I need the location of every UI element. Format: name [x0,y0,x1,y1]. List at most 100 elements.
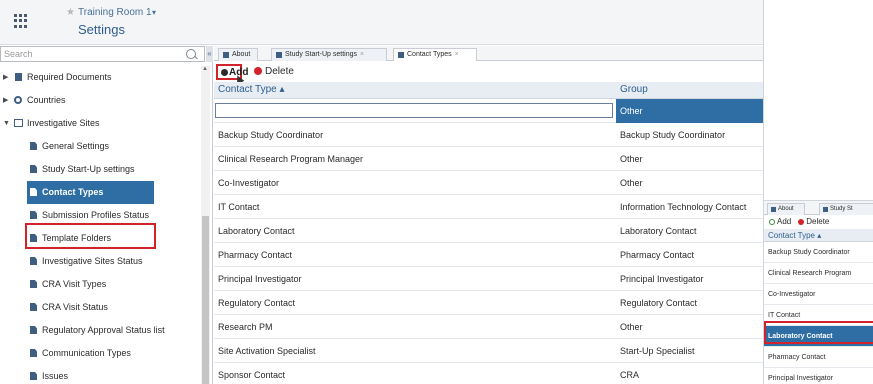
close-icon[interactable]: × [455,51,459,58]
room-selector[interactable]: Training Room 1 [78,7,152,18]
contact-type-cell: Sponsor Contact [218,370,286,380]
group-cell: Other [620,178,643,188]
close-icon[interactable]: × [360,51,364,58]
globe-icon [14,96,22,104]
contact-type-cell: Principal Investigator [218,274,302,284]
app-launcher-icon[interactable] [14,14,28,28]
favorite-star-icon[interactable]: ★ [66,7,75,18]
inset-column-header[interactable]: Contact Type ▴ [764,229,873,242]
page-icon [30,372,37,380]
collapse-arrow-icon[interactable]: ▼ [3,112,10,135]
inset-add-button[interactable]: Add [777,217,791,226]
inset-list-item[interactable]: Backup Study Coordinator [764,242,873,263]
page-icon [398,52,404,58]
delete-icon [798,219,805,225]
delete-label: Delete [265,66,294,77]
contact-type-cell: Regulatory Contact [218,298,296,308]
sidebar-item-contact-types[interactable]: Contact Types [27,181,154,204]
delete-icon [254,67,262,75]
table-row[interactable]: Site Activation Specialist Start-Up Speci… [214,339,763,363]
sidebar-item-submission-profiles-status[interactable]: Submission Profiles Status [0,204,200,227]
inset-list-item[interactable]: Pharmacy Contact [764,347,873,368]
table-row[interactable]: Regulatory Contact Regulatory Contact [214,291,763,315]
page-title: Settings [78,22,125,37]
page-icon [30,303,37,311]
group-cell: Other [620,322,643,332]
search-field[interactable]: Search [0,46,205,62]
document-icon [15,73,22,81]
sidebar-item-cra-visit-types[interactable]: CRA Visit Types [0,273,200,296]
inset-list-item[interactable]: IT Contact [764,305,873,326]
table-row[interactable]: Clinical Research Program Manager Other [214,147,763,171]
inset-list-item[interactable]: Co-Investigator [764,284,873,305]
add-icon [769,219,775,225]
sites-icon [14,119,23,127]
table-row[interactable]: Research PM Other [214,315,763,339]
tab-study-start-up-settings[interactable]: Study Start-Up settings × [271,48,387,61]
group-cell-text: Other [620,106,643,116]
tab-contact-types[interactable]: Contact Types × [393,48,477,61]
sidebar-item-required-documents[interactable]: ▶ Required Documents [0,66,200,89]
tab-about[interactable]: About [218,48,258,61]
tab-strip: About Study Start-Up settings × Contact T… [214,46,763,61]
page-icon [30,165,37,173]
group-cell: Start-Up Specialist [620,346,695,356]
sidebar-item-study-start-up-settings[interactable]: Study Start-Up settings [0,158,200,181]
contact-type-cell: Pharmacy Contact [218,250,293,260]
add-button[interactable]: Add [216,64,248,85]
table-row[interactable]: Principal Investigator Principal Investig… [214,267,763,291]
table-row[interactable]: Pharmacy Contact Pharmacy Contact [214,243,763,267]
search-input[interactable]: Search [4,49,33,59]
sidebar-item-template-folders[interactable]: Template Folders [0,227,200,250]
delete-button[interactable]: Delete [254,66,294,78]
inset-tab-about[interactable]: About [767,203,805,215]
column-header-group[interactable]: Group [620,84,648,95]
inset-list-item-selected[interactable]: Laboratory Contact [764,326,873,347]
group-cell: Laboratory Contact [620,226,697,236]
sidebar-item-regulatory-approval-status-list[interactable]: Regulatory Approval Status list [0,319,200,342]
expand-arrow-icon[interactable]: ▶ [3,89,8,112]
sidebar-item-investigative-sites-status[interactable]: Investigative Sites Status [0,250,200,273]
page-icon [30,234,37,242]
page-icon [30,326,37,334]
sidebar-item-countries[interactable]: ▶ Countries [0,89,200,112]
group-cell: CRA [620,370,640,380]
column-header-contact-type[interactable]: Contact Type ▴ [218,84,285,95]
inset-delete-button[interactable]: Delete [806,217,829,226]
new-row[interactable]: Other [214,99,763,123]
add-icon [221,69,228,76]
room-dropdown-caret-icon[interactable]: ▾ [152,8,156,17]
scrollbar-thumb[interactable] [202,216,209,384]
contact-type-cell: Clinical Research Program Manager [218,154,364,164]
inset-toolbar: Add Delete [764,215,873,229]
table-row[interactable]: Co-Investigator Other [214,171,763,195]
sidebar-item-general-settings[interactable]: General Settings [0,135,200,158]
sidebar-item-cra-visit-status[interactable]: CRA Visit Status [0,296,200,319]
collapse-sidebar-button[interactable]: « [206,46,213,62]
sidebar-item-investigative-sites[interactable]: ▼ Investigative Sites [0,112,200,135]
group-cell: Information Technology Contact [620,202,747,212]
group-cell: Principal Investigator [620,274,704,284]
sidebar-item-label: Investigative Sites Status [42,256,143,266]
inset-list-item[interactable]: Clinical Research Program [764,263,873,284]
sidebar-item-communication-types[interactable]: Communication Types [0,342,200,365]
contact-type-input[interactable] [215,103,613,118]
table-row[interactable]: Laboratory Contact Laboratory Contact [214,219,763,243]
table-row[interactable]: Sponsor Contact CRA [214,363,763,384]
table-row[interactable]: IT Contact Information Technology Contact [214,195,763,219]
page-icon [223,52,229,58]
page-icon [30,349,37,357]
expand-arrow-icon[interactable]: ▶ [3,66,8,89]
sidebar-item-label: Study Start-Up settings [42,164,135,174]
grid-toolbar: Add Delete [214,63,763,85]
sidebar-item-label: CRA Visit Status [42,302,108,312]
sidebar-item-label: Communication Types [42,348,131,358]
scroll-up-arrow-icon[interactable]: ▲ [202,66,208,72]
page-icon [771,207,776,212]
sidebar-item-issues[interactable]: Issues [0,365,200,384]
table-row[interactable]: Backup Study Coordinator Backup Study Coo… [214,123,763,147]
inset-list-item[interactable]: Principal Investigator [764,368,873,384]
sidebar-scrollbar[interactable]: ▲ [201,66,210,384]
inset-tab-study-start-up[interactable]: Study St [819,203,873,215]
search-icon[interactable] [186,49,196,59]
